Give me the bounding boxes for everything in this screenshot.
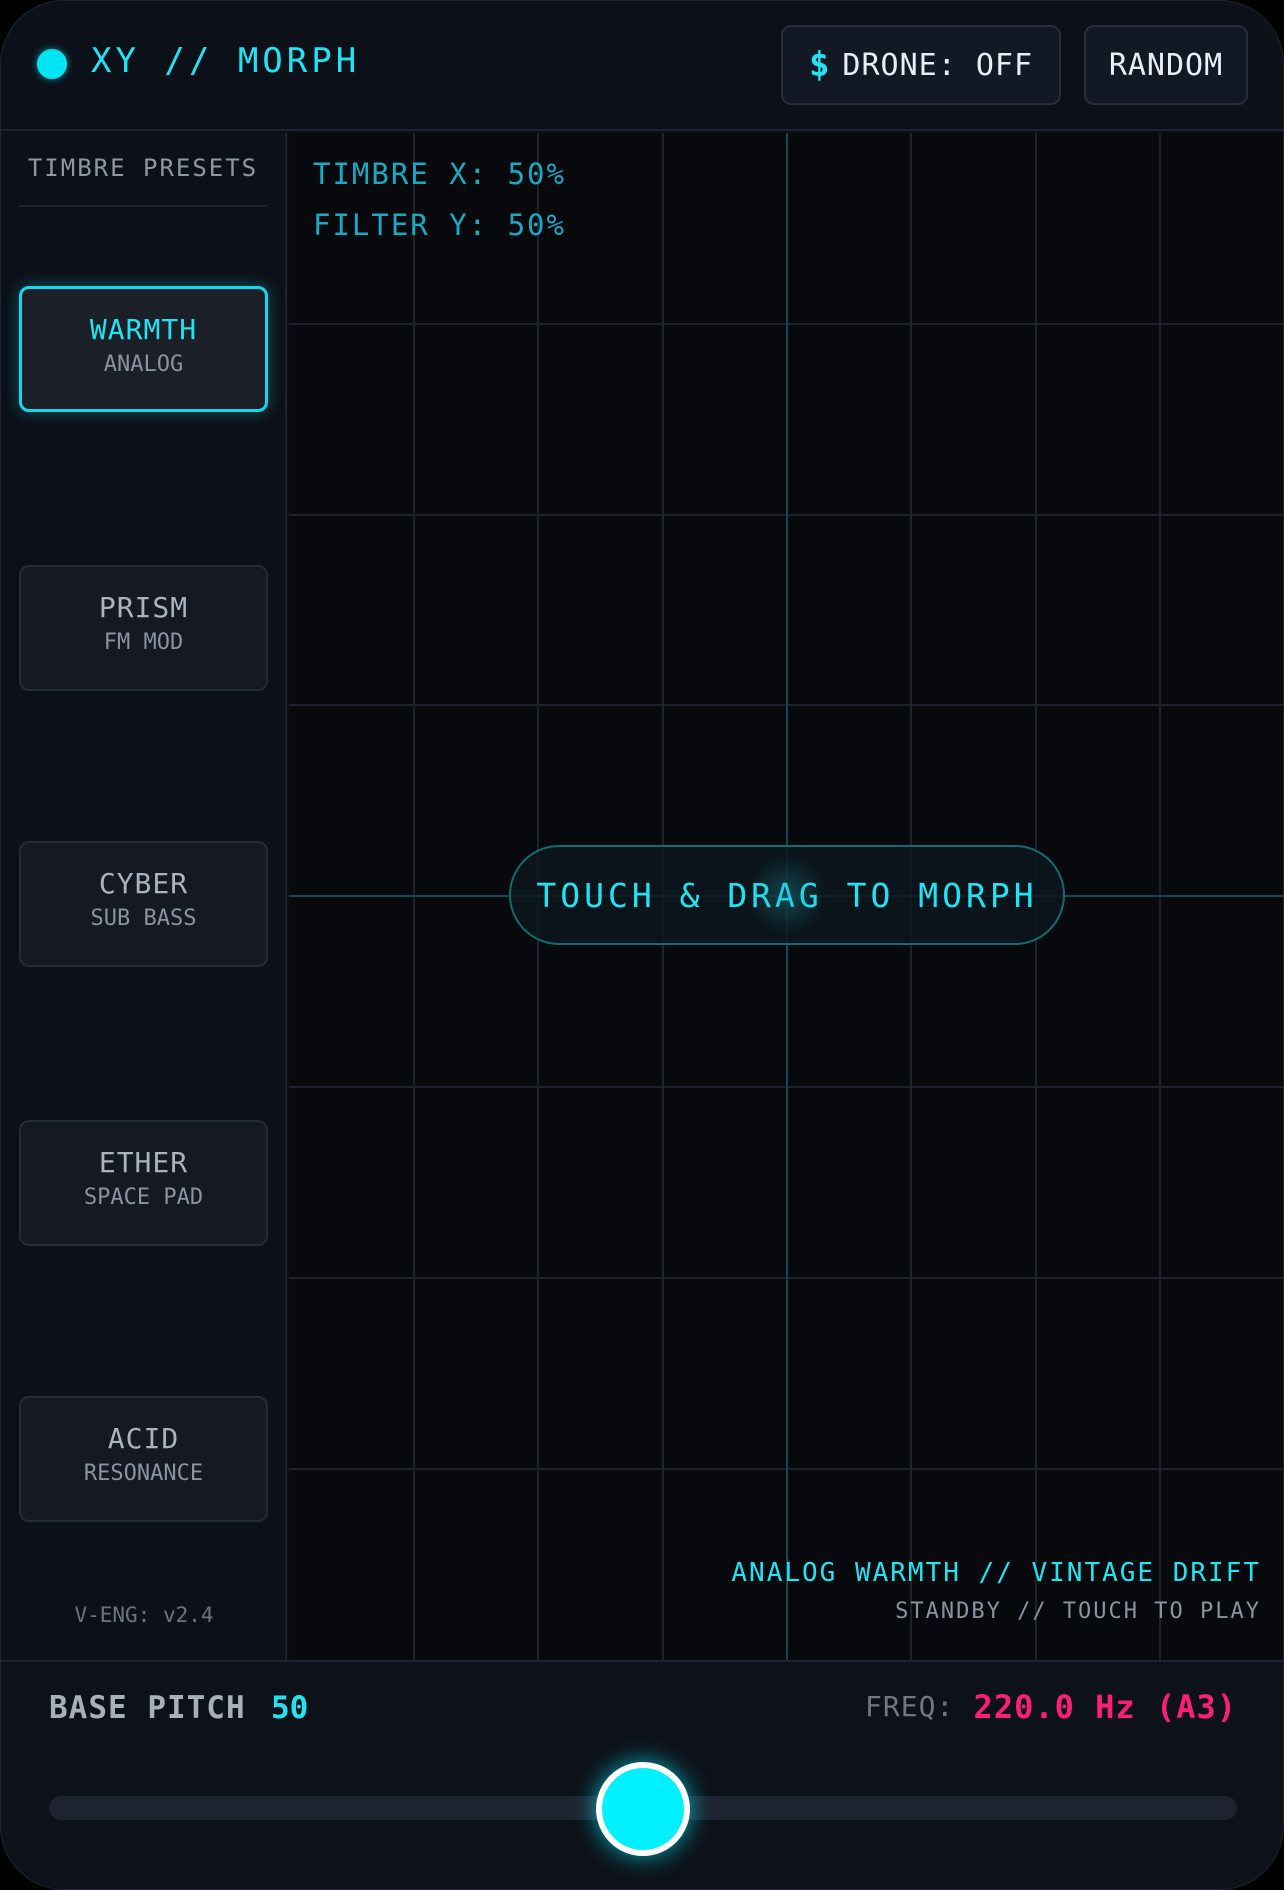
xy-morph-pad[interactable]: TIMBRE X: 50% FILTER Y: 50% TOUCH & DRAG… <box>289 133 1283 1660</box>
preset-subtitle: ANALOG <box>103 352 184 377</box>
status-indicator-icon <box>37 49 67 79</box>
preset-subtitle: FM MOD <box>103 630 184 655</box>
synth-app: XY // MORPH $ DRONE: OFF RANDOM TIMBRE P… <box>0 0 1284 1890</box>
preset-subtitle: SUB BASS <box>90 906 197 931</box>
preset-name: WARMTH <box>89 313 198 346</box>
timbre-description: ANALOG WARMTH // VINTAGE DRIFT <box>731 1558 1261 1588</box>
pitch-slider-thumb[interactable] <box>596 1762 690 1856</box>
preset-sidebar: TIMBRE PRESETS WARMTH ANALOG PRISM FM MO… <box>1 133 287 1660</box>
preset-subtitle: SPACE PAD <box>83 1185 204 1210</box>
filter-y-readout: FILTER Y: 50% <box>313 208 566 242</box>
drone-toggle-button[interactable]: $ DRONE: OFF <box>781 25 1061 105</box>
preset-name: CYBER <box>98 867 189 900</box>
preset-ether[interactable]: ETHER SPACE PAD <box>19 1120 268 1246</box>
app-title: XY // MORPH <box>91 41 361 81</box>
preset-subtitle: RESONANCE <box>83 1461 204 1486</box>
preset-name: PRISM <box>98 591 189 624</box>
random-button[interactable]: RANDOM <box>1084 25 1248 105</box>
preset-acid[interactable]: ACID RESONANCE <box>19 1396 268 1522</box>
preset-name: ACID <box>107 1422 180 1455</box>
preset-name: ETHER <box>98 1146 189 1179</box>
preset-prism[interactable]: PRISM FM MOD <box>19 565 268 691</box>
timbre-x-readout: TIMBRE X: 50% <box>313 157 566 191</box>
drone-label: DRONE: OFF <box>842 47 1034 83</box>
freq-label: FREQ: <box>865 1690 955 1723</box>
freq-value: 220.0 Hz (A3) <box>973 1688 1237 1726</box>
header-bar: XY // MORPH $ DRONE: OFF RANDOM <box>1 1 1283 131</box>
base-pitch-label: BASE PITCH <box>49 1690 246 1726</box>
preset-warmth[interactable]: WARMTH ANALOG <box>19 286 268 412</box>
engine-version: V-ENG: v2.4 <box>74 1603 214 1627</box>
cursor-glow <box>747 855 827 935</box>
sidebar-title: TIMBRE PRESETS <box>19 153 267 207</box>
play-status: STANDBY // TOUCH TO PLAY <box>895 1599 1261 1624</box>
base-pitch-value: 50 <box>271 1690 309 1726</box>
preset-cyber[interactable]: CYBER SUB BASS <box>19 841 268 967</box>
dollar-icon: $ <box>808 45 831 85</box>
pitch-footer: BASE PITCH 50 FREQ: 220.0 Hz (A3) <box>1 1660 1283 1889</box>
